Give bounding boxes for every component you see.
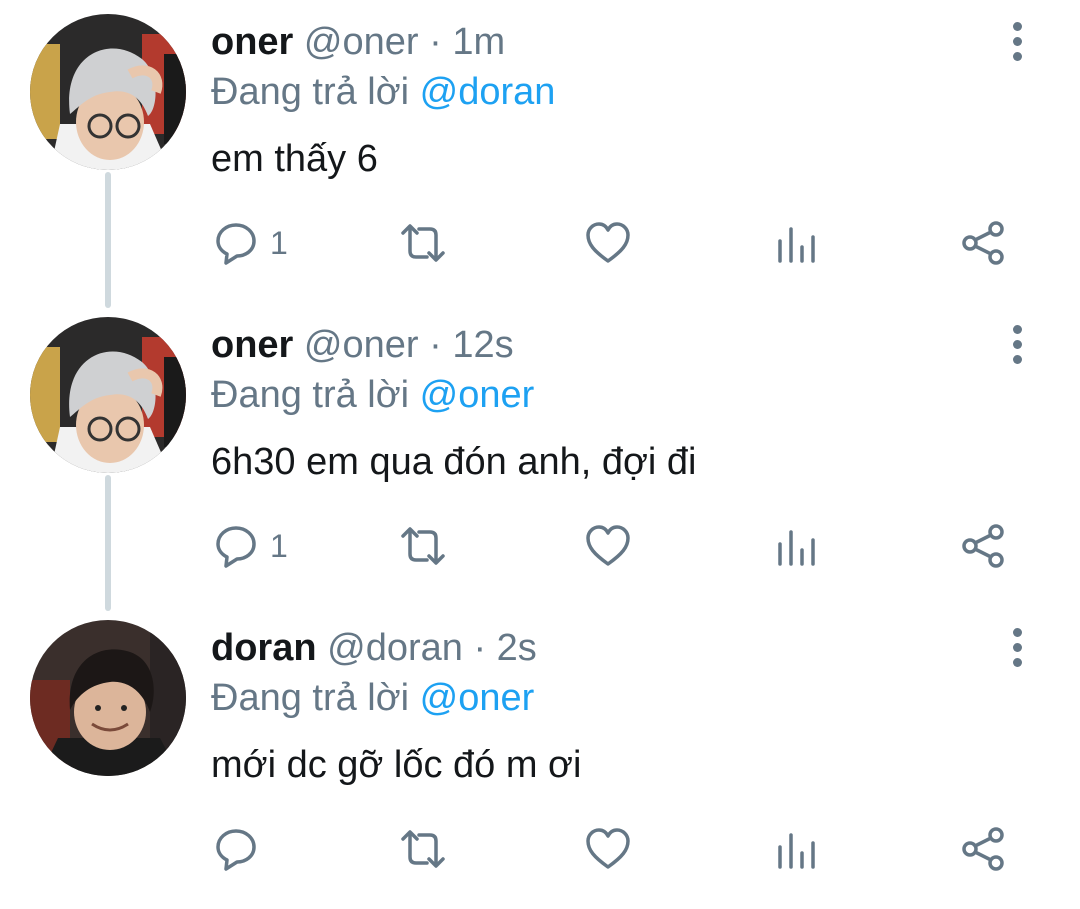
reply-count: 1	[270, 225, 288, 261]
separator-dot: ·	[429, 21, 442, 63]
user-handle[interactable]: @oner	[304, 21, 419, 63]
timestamp[interactable]: 2s	[497, 627, 537, 669]
reply-count: 1	[270, 528, 288, 564]
tweet-text: mới dc gỡ lốc đó m ơi	[211, 744, 582, 786]
reply-prefix: Đang trả lời	[211, 677, 410, 719]
replying-to: Đang trả lời @oner	[211, 373, 534, 417]
timestamp[interactable]: 12s	[452, 324, 513, 366]
tweet[interactable]: oner @oner · 12s Đang trả lời @oner 6h30…	[0, 303, 1080, 606]
avatar-image	[30, 14, 186, 170]
heart-icon	[586, 222, 630, 263]
retweet-button[interactable]	[397, 216, 449, 270]
analytics-button[interactable]	[775, 519, 817, 573]
analytics-button[interactable]	[775, 216, 817, 270]
analytics-icon	[778, 833, 815, 869]
tweet[interactable]: oner @oner · 1m Đang trả lời @doran em t…	[0, 0, 1080, 303]
tweet-text: em thấy 6	[211, 138, 378, 180]
more-options-icon[interactable]	[1000, 18, 1034, 64]
user-avatar[interactable]	[30, 620, 186, 776]
tweet-text: 6h30 em qua đón anh, đợi đi	[211, 441, 697, 483]
share-icon	[962, 221, 1004, 265]
user-handle[interactable]: @oner	[304, 324, 419, 366]
display-name[interactable]: oner	[211, 324, 293, 366]
tweet-header: oner @oner · 1m	[211, 20, 505, 64]
like-button[interactable]	[584, 822, 632, 876]
heart-icon	[586, 828, 630, 869]
analytics-icon	[778, 227, 815, 263]
share-icon	[962, 827, 1004, 871]
share-button[interactable]	[960, 216, 1006, 270]
tweet[interactable]: doran @doran · 2s Đang trả lời @oner mới…	[0, 606, 1080, 909]
retweet-button[interactable]	[397, 822, 449, 876]
reply-icon	[216, 829, 256, 871]
reply-icon	[216, 223, 256, 265]
display-name[interactable]: doran	[211, 627, 317, 669]
separator-dot: ·	[473, 627, 487, 669]
tweet-header: oner @oner · 12s	[211, 323, 514, 367]
display-name[interactable]: oner	[211, 21, 293, 63]
avatar-image	[30, 620, 186, 776]
reply-prefix: Đang trả lời	[211, 71, 410, 113]
more-options-icon[interactable]	[1000, 624, 1034, 670]
retweet-button[interactable]	[397, 519, 449, 573]
replying-to: Đang trả lời @oner	[211, 676, 534, 720]
replying-to: Đang trả lời @doran	[211, 70, 555, 114]
share-icon	[962, 524, 1004, 568]
timestamp[interactable]: 1m	[452, 21, 505, 63]
tweet-actions	[0, 822, 1080, 876]
reply-button[interactable]: 1	[212, 216, 288, 270]
reply-button[interactable]: 1	[212, 519, 288, 573]
tweet-actions: 1	[0, 216, 1080, 270]
reply-icon	[216, 526, 256, 568]
like-button[interactable]	[584, 216, 632, 270]
retweet-icon	[401, 224, 445, 262]
retweet-icon	[401, 830, 445, 868]
tweet-actions: 1	[0, 519, 1080, 573]
mention-link[interactable]: @oner	[420, 374, 535, 416]
share-button[interactable]	[960, 519, 1006, 573]
share-button[interactable]	[960, 822, 1006, 876]
like-button[interactable]	[584, 519, 632, 573]
more-options-icon[interactable]	[1000, 321, 1034, 367]
analytics-button[interactable]	[775, 822, 817, 876]
tweet-header: doran @doran · 2s	[211, 626, 537, 670]
user-handle[interactable]: @doran	[327, 627, 463, 669]
mention-link[interactable]: @doran	[420, 71, 556, 113]
analytics-icon	[778, 530, 815, 566]
heart-icon	[586, 525, 630, 566]
avatar-image	[30, 317, 186, 473]
retweet-icon	[401, 527, 445, 565]
reply-prefix: Đang trả lời	[211, 374, 410, 416]
separator-dot: ·	[429, 324, 442, 366]
mention-link[interactable]: @oner	[420, 677, 535, 719]
user-avatar[interactable]	[30, 317, 186, 473]
user-avatar[interactable]	[30, 14, 186, 170]
reply-button[interactable]	[212, 822, 270, 876]
